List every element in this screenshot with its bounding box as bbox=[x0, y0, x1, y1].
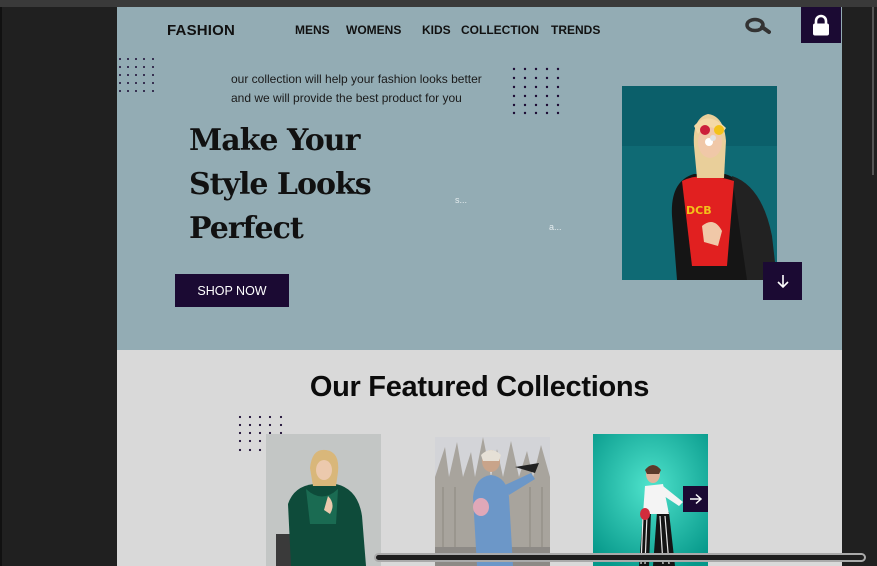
nav-link-mens[interactable]: MENS bbox=[295, 23, 330, 37]
carousel-next-button[interactable] bbox=[683, 486, 708, 512]
right-window-frame bbox=[872, 7, 877, 175]
horizontal-scrollbar[interactable] bbox=[374, 553, 866, 562]
lock-icon bbox=[813, 14, 829, 36]
hero-tagline: our collection will help your fashion lo… bbox=[231, 70, 531, 108]
browser-top-bar bbox=[0, 0, 877, 7]
hero-model-photo: DCB bbox=[622, 86, 777, 280]
hero-headline-line-1: Make Your bbox=[189, 123, 360, 158]
nav-link-trends[interactable]: TRENDS bbox=[551, 23, 600, 37]
brand-logo[interactable]: FASHION bbox=[167, 22, 235, 39]
featured-collections-title: Our Featured Collections bbox=[309, 371, 650, 403]
left-window-edge bbox=[0, 7, 2, 566]
faint-text-1: s... bbox=[455, 195, 468, 205]
hero-headline: Make Your Style Looks Perfect bbox=[189, 119, 439, 251]
hero-tagline-line-2: and we will provide the best product for… bbox=[231, 91, 462, 105]
nav-link-kids[interactable]: KIDS bbox=[422, 23, 451, 37]
shop-now-button[interactable]: SHOP NOW bbox=[175, 274, 289, 307]
lock-button[interactable] bbox=[801, 7, 841, 43]
faint-text-2: a... bbox=[549, 222, 562, 232]
nav-link-womens[interactable]: WOMENS bbox=[346, 23, 401, 37]
hero-tagline-line-1: our collection will help your fashion lo… bbox=[231, 72, 482, 86]
search-icon[interactable] bbox=[745, 17, 771, 35]
page: FASHION MENS WOMENS KIDS COLLECTION TREN… bbox=[117, 7, 842, 566]
collection-card-2[interactable] bbox=[435, 437, 550, 566]
hero-headline-line-3: Perfect bbox=[189, 211, 304, 246]
svg-text:DCB: DCB bbox=[686, 204, 712, 217]
arrow-down-icon bbox=[776, 275, 789, 289]
nav-link-collection[interactable]: COLLECTION bbox=[461, 23, 539, 37]
scroll-down-button[interactable] bbox=[763, 262, 802, 300]
collection-card-1[interactable] bbox=[266, 434, 381, 566]
arrow-right-icon bbox=[689, 493, 702, 505]
hero-section: FASHION MENS WOMENS KIDS COLLECTION TREN… bbox=[117, 7, 842, 350]
dot-pattern-left bbox=[119, 58, 154, 92]
hero-headline-line-2: Style Looks bbox=[189, 167, 372, 202]
